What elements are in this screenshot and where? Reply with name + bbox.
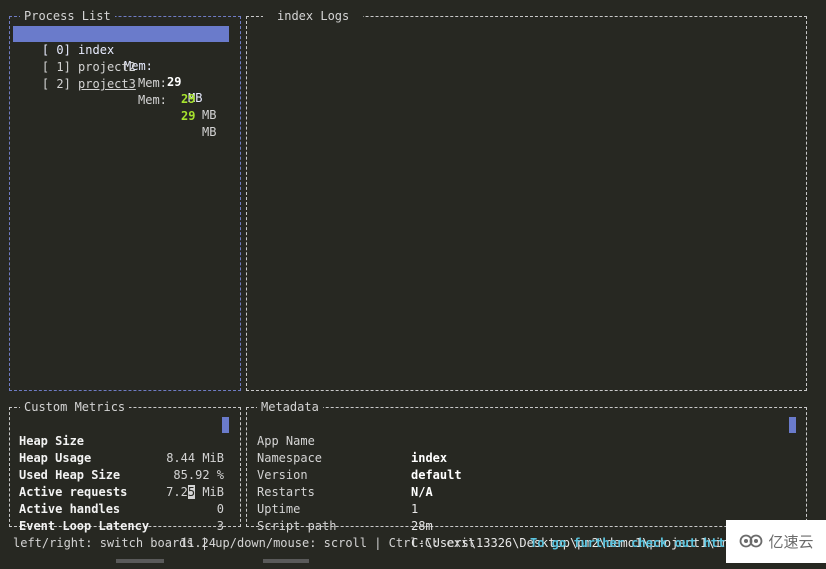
logs-title: index Logs [263,8,364,24]
mem-unit: MB [202,108,217,122]
metric-row: Active requests 0 [19,467,224,516]
process-name: project3 [78,77,136,91]
metric-label: Event Loop Latency [19,519,150,533]
process-id: [ 2] [41,77,71,91]
process-row[interactable]: [ 1] project2 Mem: 29 MB [13,43,229,122]
metadata-row: Restarts 1 [257,467,797,516]
metadata-title: Metadata [257,399,323,415]
mem-value: 29 [167,75,182,89]
metric-value: 3 [216,519,224,533]
metadata-row: Namespace default [257,433,797,482]
horizontal-scrollbar-thumb[interactable] [116,559,164,563]
watermark: 亿速云 [726,520,826,563]
metadata-row: Version N/A [257,450,797,499]
docs-link[interactable]: To go further check out http [530,535,732,552]
metadata-panel[interactable]: Metadata App Name index Namespace defaul… [246,399,807,550]
metric-row: Heap Usage 85.92 % [19,433,224,482]
process-row[interactable]: [ 0] index Mem: 29 MB [13,26,229,105]
mem-value: 29 [181,109,196,123]
process-list-panel[interactable]: Process List [ 0] index Mem: 29 MB [ 1] … [9,8,241,391]
mem-label: Mem: [138,76,167,90]
metadata-row: App Name index [257,416,797,465]
metadata-scrollbar[interactable] [789,417,796,433]
keybindings-help: left/right: switch boards | up/down/mous… [13,536,476,550]
metric-row: Active handles 3 [19,484,224,533]
watermark-text: 亿速云 [768,533,814,551]
metadata-row: Uptime 28m [257,484,797,533]
metric-row: Event Loop Latency 11.24 [19,501,224,550]
metadata-row: Script path C:\Users\13326\Desktop\pm2\d… [257,501,797,550]
logs-panel[interactable]: index Logs [246,8,807,391]
horizontal-scrollbar-thumb[interactable] [263,559,309,563]
process-list-title: Process List [20,8,115,24]
mem-label: Mem: [138,93,167,107]
metric-row: Heap Size 8.44 MiB [19,416,224,465]
metadata-key: Script path [257,519,337,533]
cloud-logo-icon [738,532,764,552]
mem-unit: MB [202,125,217,139]
metric-row: Used Heap Size 7.25 MiB [19,450,224,499]
custom-metrics-panel[interactable]: Custom Metrics Heap Size 8.44 MiB Heap U… [9,399,241,550]
process-row[interactable]: [ 2] project3 Mem: 29 MB [13,60,229,139]
custom-metrics-title: Custom Metrics [20,399,130,415]
metadata-value: 28m [411,519,433,533]
mem-value: 29 [181,92,196,106]
metrics-scrollbar[interactable] [222,417,229,433]
